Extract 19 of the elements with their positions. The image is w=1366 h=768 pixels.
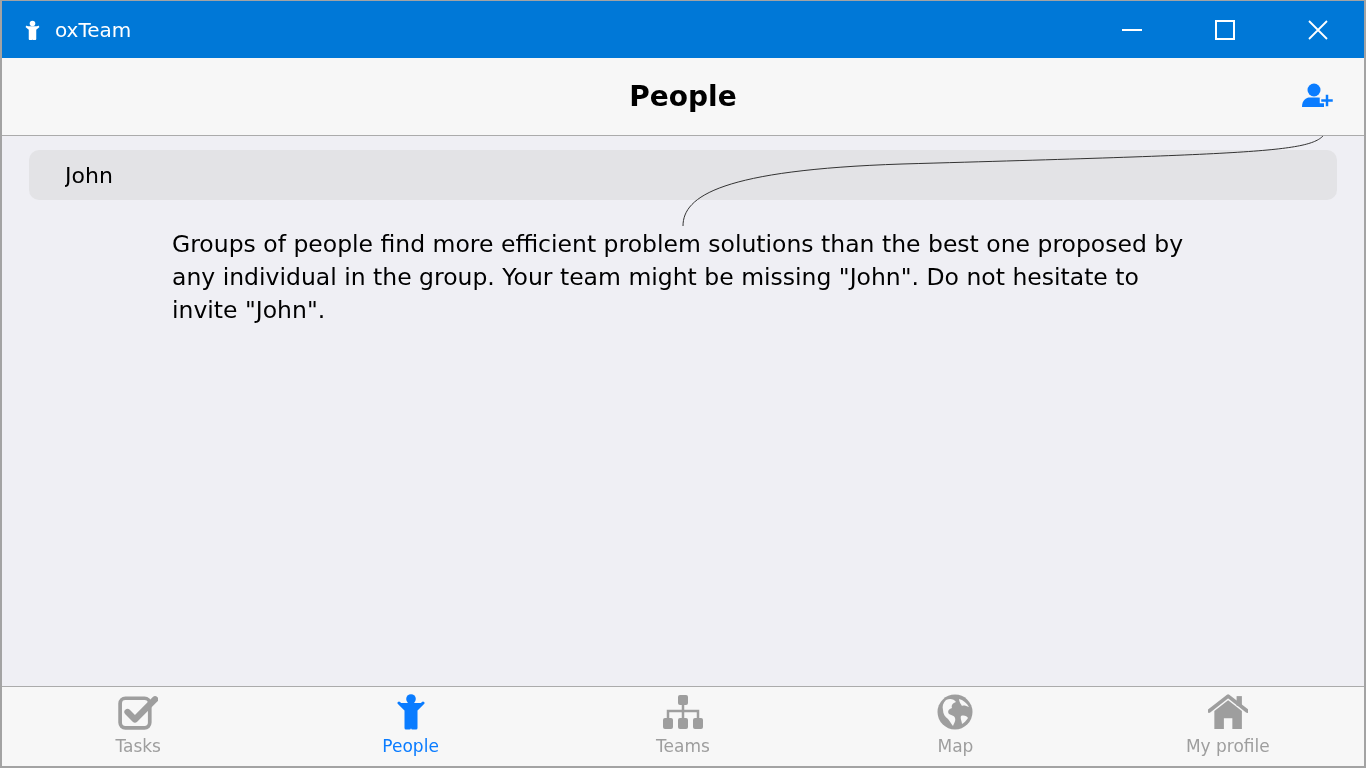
tab[interactable]: People (274, 687, 547, 766)
window-title: oxTeam (55, 17, 132, 42)
hint-text: Groups of people find more efficient problem solutions than the best one proposed by any individual in the group. Your team might be missing "John". Do not hesitate to invite "John". (172, 229, 1185, 326)
person-icon (25, 19, 40, 40)
org-chart-icon (663, 694, 703, 730)
minimize-icon (1121, 28, 1142, 31)
page-title: People (629, 80, 737, 113)
tab[interactable]: Map (819, 687, 1092, 766)
person-icon (396, 694, 425, 730)
maximize-icon (1214, 19, 1235, 40)
house-icon (1207, 694, 1248, 730)
close-icon (1307, 19, 1328, 40)
add-person-icon (1302, 83, 1336, 109)
tab[interactable]: Teams (546, 687, 820, 766)
tab[interactable]: Tasks (2, 687, 275, 766)
checkbox-tick-icon (118, 694, 159, 730)
add-person-button[interactable] (1302, 83, 1336, 109)
tab[interactable]: My profile (1091, 687, 1364, 766)
globe-icon (937, 694, 974, 730)
